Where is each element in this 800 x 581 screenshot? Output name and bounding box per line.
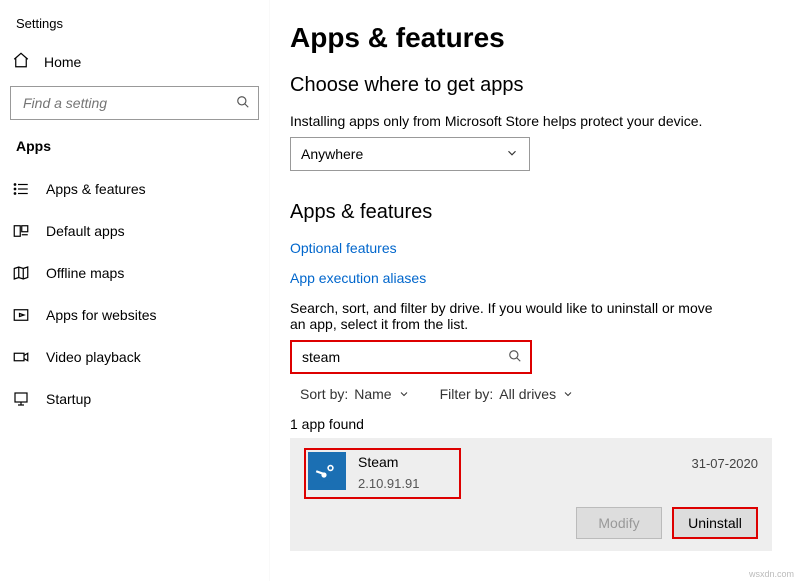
apps-features-heading: Apps & features	[290, 201, 772, 224]
choose-heading: Choose where to get apps	[290, 74, 772, 97]
home-label: Home	[44, 54, 81, 70]
optional-features-link[interactable]: Optional features	[290, 240, 772, 256]
nav-label: Video playback	[46, 349, 141, 365]
nav-startup[interactable]: Startup	[10, 378, 259, 420]
map-icon	[12, 264, 30, 282]
filter-by-control[interactable]: Filter by: All drives	[440, 386, 574, 402]
uninstall-button[interactable]: Uninstall	[672, 507, 758, 539]
nav-label: Apps & features	[46, 181, 146, 197]
search-icon	[236, 95, 250, 112]
list-icon	[12, 180, 30, 198]
find-setting-input[interactable]	[21, 94, 236, 112]
sort-by-control[interactable]: Sort by: Name	[300, 386, 410, 402]
websites-icon	[12, 306, 30, 324]
steam-icon	[308, 452, 346, 490]
category-heading: Apps	[10, 138, 259, 168]
sort-by-value: Name	[354, 386, 391, 402]
search-icon	[508, 349, 522, 366]
nav-apps-for-websites[interactable]: Apps for websites	[10, 294, 259, 336]
video-icon	[12, 348, 30, 366]
filter-by-value: All drives	[499, 386, 556, 402]
app-search-value: steam	[302, 349, 340, 365]
app-name: Steam	[358, 454, 419, 470]
filter-help-text: Search, sort, and filter by drive. If yo…	[290, 300, 730, 332]
sidebar: Settings Home Apps Apps & features	[0, 0, 270, 581]
chevron-down-icon	[505, 146, 519, 163]
nav-label: Startup	[46, 391, 91, 407]
sort-by-label: Sort by:	[300, 386, 348, 402]
app-search-box[interactable]: steam	[290, 340, 532, 374]
app-execution-aliases-link[interactable]: App execution aliases	[290, 270, 772, 286]
startup-icon	[12, 390, 30, 408]
nav-video-playback[interactable]: Video playback	[10, 336, 259, 378]
app-version: 2.10.91.91	[358, 476, 419, 491]
attribution: wsxdn.com	[749, 569, 794, 579]
modify-button: Modify	[576, 507, 662, 539]
chevron-down-icon	[398, 388, 410, 400]
result-count: 1 app found	[290, 416, 772, 432]
app-identity: Steam 2.10.91.91	[304, 448, 461, 499]
find-setting-search[interactable]	[10, 86, 259, 120]
app-install-date: 31-07-2020	[692, 448, 759, 471]
home-button[interactable]: Home	[10, 43, 259, 86]
chevron-down-icon	[562, 388, 574, 400]
app-list-item[interactable]: Steam 2.10.91.91 31-07-2020 Modify Unins…	[290, 438, 772, 551]
sort-filter-row: Sort by: Name Filter by: All drives	[300, 386, 772, 402]
nav-offline-maps[interactable]: Offline maps	[10, 252, 259, 294]
nav-label: Offline maps	[46, 265, 124, 281]
install-source-select[interactable]: Anywhere	[290, 137, 530, 171]
home-icon	[12, 51, 30, 72]
nav-default-apps[interactable]: Default apps	[10, 210, 259, 252]
nav-apps-features[interactable]: Apps & features	[10, 168, 259, 210]
window-title: Settings	[10, 12, 259, 43]
default-apps-icon	[12, 222, 30, 240]
nav-label: Default apps	[46, 223, 125, 239]
install-source-value: Anywhere	[301, 146, 363, 162]
filter-by-label: Filter by:	[440, 386, 494, 402]
nav-label: Apps for websites	[46, 307, 157, 323]
page-title: Apps & features	[290, 22, 772, 54]
main-content: Apps & features Choose where to get apps…	[270, 0, 800, 581]
choose-help-text: Installing apps only from Microsoft Stor…	[290, 113, 772, 129]
